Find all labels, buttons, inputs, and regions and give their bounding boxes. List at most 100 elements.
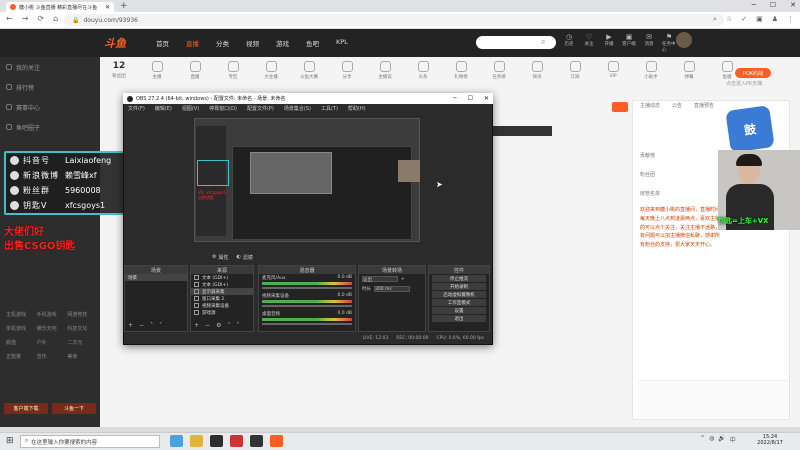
sidebar-category[interactable]: 主机游戏 xyxy=(6,311,33,318)
browser-tab[interactable]: 糖小桃 斗鱼直播 精彩直播尽在斗鱼 ✕ xyxy=(6,2,114,12)
maximize-icon[interactable]: ☐ xyxy=(770,1,776,9)
avatar[interactable] xyxy=(676,32,692,48)
sidebar-category[interactable]: 手机游戏 xyxy=(37,311,64,318)
nav-category[interactable]: 分类 xyxy=(216,38,229,48)
tab-dynamics[interactable]: 主播动态 xyxy=(640,102,660,109)
client-button[interactable]: ▣ 客户端 xyxy=(622,33,636,53)
reload-icon[interactable]: ⟳ xyxy=(37,14,44,23)
category-item[interactable]: 主播说 xyxy=(370,61,400,80)
down-icon[interactable]: ˅ xyxy=(159,322,162,329)
transition-select[interactable]: 淡出 xyxy=(362,276,398,283)
sidebar-category[interactable]: 美食 xyxy=(67,353,94,360)
home-icon[interactable]: ⌂ xyxy=(53,14,58,23)
sidebar-item-fishbar[interactable]: 鱼吧圈子 xyxy=(0,117,100,137)
tab-schedule[interactable]: 直播预告 xyxy=(694,102,714,109)
back-icon[interactable]: ← xyxy=(6,14,13,23)
sidebar-item-rank[interactable]: 排行榜 xyxy=(0,77,100,97)
sidebar-category[interactable]: 音乐 xyxy=(37,353,64,360)
duration-input[interactable]: 300 ms xyxy=(374,286,410,292)
add-icon[interactable]: + xyxy=(401,277,405,282)
contribution-rank-link[interactable]: 贡献榜 xyxy=(640,152,660,159)
taskbar-clock[interactable]: 15:24 2022/8/17 xyxy=(745,434,795,446)
windows-start-icon[interactable]: ⊞ xyxy=(6,436,14,446)
chat-input-area[interactable] xyxy=(638,380,788,418)
volume-slider[interactable] xyxy=(262,323,352,325)
virtual-camera-button[interactable]: 启动虚拟摄像机 xyxy=(432,291,486,298)
obs-menu-tools[interactable]: 工具(T) xyxy=(321,105,338,112)
sidebar-item-events[interactable]: 赛事中心 xyxy=(0,97,100,117)
gear-icon[interactable]: ⚙ xyxy=(216,322,221,329)
remove-icon[interactable]: − xyxy=(139,322,144,329)
history-button[interactable]: ◷ 历史 xyxy=(562,33,576,53)
fan-count[interactable]: 12 粉丝团 xyxy=(104,61,134,80)
filters-button[interactable]: ◐ 滤镜 xyxy=(237,254,253,261)
category-item[interactable]: 主播 xyxy=(142,61,172,80)
site-search-icon[interactable]: ⌕ xyxy=(541,37,545,47)
ime-icon[interactable]: 中 xyxy=(730,435,736,444)
follow-button[interactable]: ♡ 关注 xyxy=(582,33,596,53)
category-item[interactable]: 大主播 xyxy=(256,61,286,80)
source-item[interactable]: 窗口采集 2 xyxy=(191,295,253,302)
category-item[interactable]: 订阅 xyxy=(560,61,590,80)
category-item[interactable]: 小助手 xyxy=(636,61,666,80)
nav-live[interactable]: 直播 xyxy=(186,38,199,48)
obs-menu-docks[interactable]: 停靠窗口(D) xyxy=(209,105,237,112)
search-icon[interactable]: ⌕ xyxy=(713,15,717,24)
download-client-button[interactable]: 客户端下载 xyxy=(4,403,48,414)
chrome-icon[interactable] xyxy=(170,435,183,447)
down-icon[interactable]: ˅ xyxy=(236,322,239,329)
douyu-logo[interactable]: 斗鱼 xyxy=(104,35,126,51)
sidebar-category[interactable]: 科技文化 xyxy=(67,325,94,332)
nav-video[interactable]: 视频 xyxy=(246,38,259,48)
new-tab-button[interactable]: + xyxy=(120,1,128,11)
remove-icon[interactable]: − xyxy=(205,322,210,329)
sidebar-item-follow[interactable]: 我的关注 xyxy=(0,57,100,77)
sidebar-category[interactable]: 娱乐天地 xyxy=(37,325,64,332)
sidebar-category[interactable]: 二次元 xyxy=(67,339,94,346)
minimize-icon[interactable]: ─ xyxy=(752,1,756,9)
up-icon[interactable]: ˄ xyxy=(150,322,153,329)
forward-icon[interactable]: → xyxy=(22,14,29,23)
nav-kpl[interactable]: KPL xyxy=(336,38,348,48)
obs-menu-view[interactable]: 视图(V) xyxy=(182,105,199,112)
obs-menu-scene-collection[interactable]: 场景集合(S) xyxy=(284,105,311,112)
sidebar-icon[interactable]: ▣ xyxy=(756,15,763,24)
category-item[interactable]: 弹幕 xyxy=(674,61,704,80)
tray-expand-icon[interactable]: ^ xyxy=(700,435,705,444)
sidebar-category[interactable]: 网游竞技 xyxy=(67,311,94,318)
obs-menu-help[interactable]: 帮助(H) xyxy=(348,105,366,112)
fan-club-link[interactable]: 粉丝团 xyxy=(640,171,660,178)
source-item[interactable]: 视频采集设备 xyxy=(191,302,253,309)
douyu-search-button[interactable]: 斗鱼一下 xyxy=(52,403,96,414)
category-item[interactable]: 快讯 xyxy=(522,61,552,80)
add-icon[interactable]: + xyxy=(194,322,199,329)
source-item[interactable]: 游戏源 xyxy=(191,309,253,316)
nav-home[interactable]: 首页 xyxy=(156,38,169,48)
add-icon[interactable]: + xyxy=(128,322,133,329)
volume-icon[interactable]: 🔊 xyxy=(718,435,725,444)
volume-slider[interactable] xyxy=(262,287,352,289)
category-item[interactable]: 直播 xyxy=(180,61,210,80)
stop-streaming-button[interactable]: 停止推流 xyxy=(432,275,486,282)
check-icon[interactable]: ✓ xyxy=(741,15,747,24)
sidebar-category[interactable]: 正能量 xyxy=(6,353,33,360)
category-item[interactable]: VIP xyxy=(598,61,628,80)
pk-text[interactable]: 点击进入PK天梯 xyxy=(726,80,762,87)
go-live-button[interactable]: ▶ 开播 xyxy=(602,33,616,53)
message-button[interactable]: ✉ 消息 xyxy=(642,33,656,53)
category-item[interactable]: 头条 xyxy=(408,61,438,80)
source-item[interactable]: 文本 (GDI+) xyxy=(191,281,253,288)
obs-menu-profile[interactable]: 配置文件(P) xyxy=(247,105,274,112)
source-item[interactable]: 文本 (GDI+) xyxy=(191,274,253,281)
url-input[interactable]: 🔒 douyu.com/93936 xyxy=(64,14,724,26)
maximize-icon[interactable]: ☐ xyxy=(468,95,473,102)
pk-badge[interactable]: POK约战 xyxy=(735,68,771,78)
terminal-icon[interactable] xyxy=(210,435,223,447)
bookmark-star-icon[interactable]: ☆ xyxy=(726,15,732,24)
obs-menu-file[interactable]: 文件(F) xyxy=(128,105,145,112)
taskbar-search[interactable]: ⌕ 在这里输入你要搜索的内容 xyxy=(20,435,160,448)
menu-icon[interactable]: ⋮ xyxy=(787,15,794,24)
sidebar-category[interactable]: 单机游戏 xyxy=(6,325,33,332)
nav-fishbar[interactable]: 鱼吧 xyxy=(306,38,319,48)
follow-anchor-button[interactable] xyxy=(612,102,628,112)
